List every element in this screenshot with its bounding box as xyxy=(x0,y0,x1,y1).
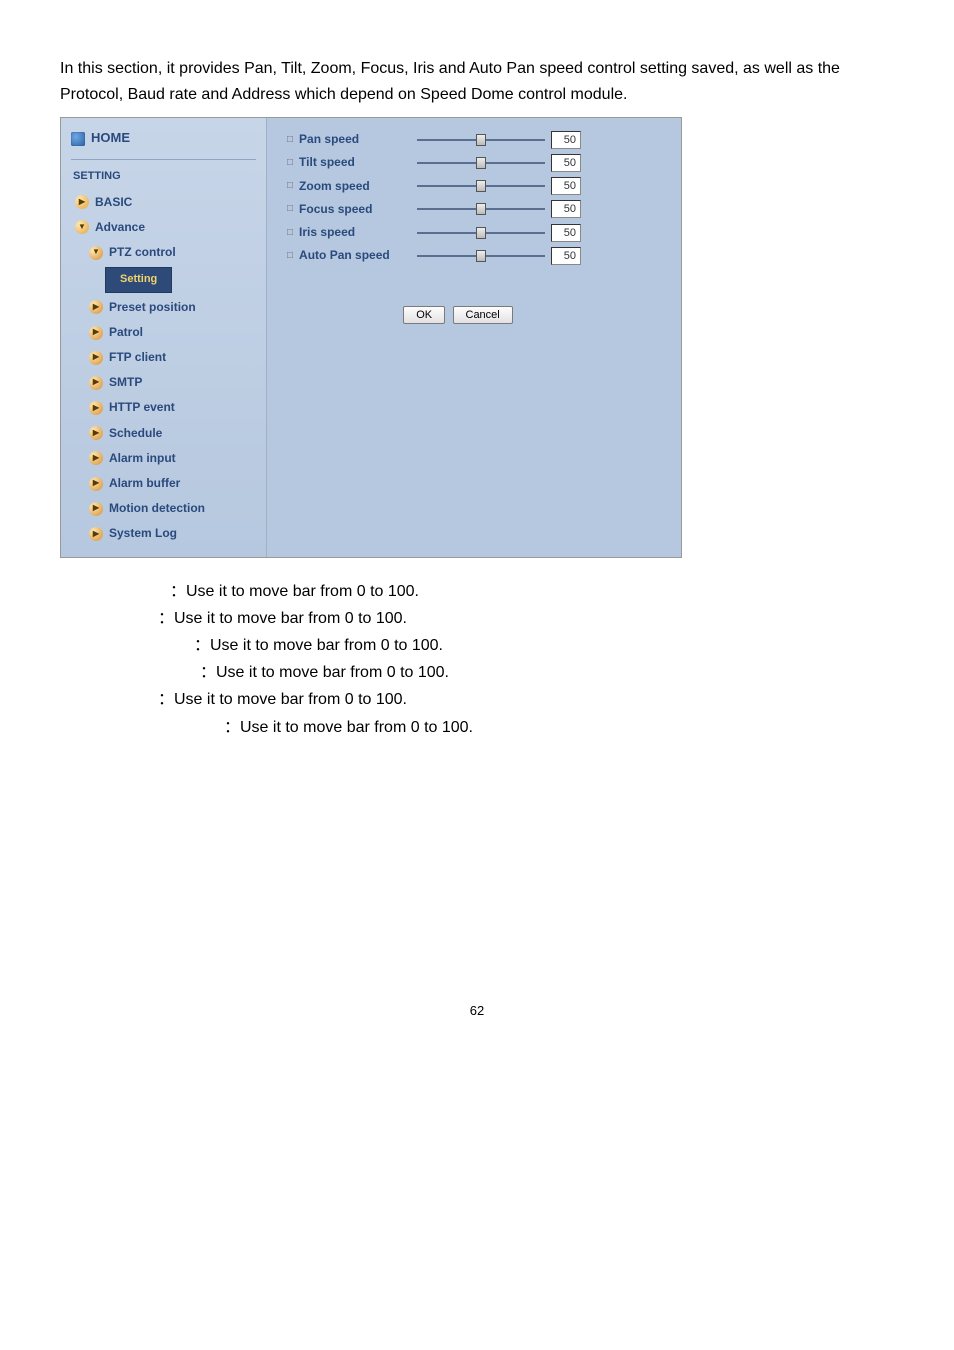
nav-patrol[interactable]: ▶ Patrol xyxy=(61,320,266,345)
nav-preset-position[interactable]: ▶ Preset position xyxy=(61,295,266,320)
tilt-speed-label: Tilt speed xyxy=(299,153,411,172)
auto-pan-speed-value[interactable]: 50 xyxy=(551,247,581,265)
intro-text: In this section, it provides Pan, Tilt, … xyxy=(60,56,894,107)
bullet-icon: □ xyxy=(287,225,293,241)
arrow-icon: ▶ xyxy=(89,401,103,415)
tilt-speed-row: □ Tilt speed 50 xyxy=(287,153,669,172)
arrow-icon: ▶ xyxy=(89,300,103,314)
nav-label: BASIC xyxy=(95,193,132,212)
bullet-icon: □ xyxy=(287,248,293,264)
home-link[interactable]: HOME xyxy=(61,124,266,159)
arrow-icon: ▶ xyxy=(89,326,103,340)
nav-label: PTZ control xyxy=(109,243,176,262)
auto-pan-speed-label: Auto Pan speed xyxy=(299,246,411,265)
nav-basic[interactable]: ▶ BASIC xyxy=(61,190,266,215)
nav-label: Advance xyxy=(95,218,145,237)
arrow-icon: ▶ xyxy=(89,376,103,390)
nav-http-event[interactable]: ▶ HTTP event xyxy=(61,395,266,420)
slider-thumb-icon[interactable] xyxy=(476,134,486,146)
iris-speed-row: □ Iris speed 50 xyxy=(287,223,669,242)
iris-speed-slider[interactable] xyxy=(417,224,545,242)
slider-thumb-icon[interactable] xyxy=(476,203,486,215)
slider-thumb-icon[interactable] xyxy=(476,157,486,169)
tilt-speed-slider[interactable] xyxy=(417,154,545,172)
home-icon xyxy=(71,132,85,146)
zoom-speed-value[interactable]: 50 xyxy=(551,177,581,195)
nav-label: SMTP xyxy=(109,373,142,392)
ok-button[interactable]: OK xyxy=(403,306,445,324)
nav-setting-selected[interactable]: Setting xyxy=(105,267,172,293)
home-label: HOME xyxy=(91,128,130,149)
bullet-icon: □ xyxy=(287,201,293,217)
doc-line: ：Use it to move bar from 0 to 100. xyxy=(224,714,894,741)
focus-speed-value[interactable]: 50 xyxy=(551,200,581,218)
tilt-speed-value[interactable]: 50 xyxy=(551,154,581,172)
nav-label: System Log xyxy=(109,524,177,543)
doc-line: ：Use it to move bar from 0 to 100. xyxy=(194,632,894,659)
nav-smtp[interactable]: ▶ SMTP xyxy=(61,370,266,395)
focus-speed-slider[interactable] xyxy=(417,200,545,218)
pan-speed-slider[interactable] xyxy=(417,131,545,149)
nav-alarm-buffer[interactable]: ▶ Alarm buffer xyxy=(61,471,266,496)
page-number: 62 xyxy=(60,1001,894,1022)
arrow-down-icon: ▼ xyxy=(75,220,89,234)
pan-speed-value[interactable]: 50 xyxy=(551,131,581,149)
doc-descriptions: ：Use it to move bar from 0 to 100. ：Use … xyxy=(170,578,894,741)
cancel-button[interactable]: Cancel xyxy=(453,306,513,324)
settings-panel: HOME SETTING ▶ BASIC ▼ Advance ▼ PTZ con… xyxy=(60,117,682,557)
doc-line: ：Use it to move bar from 0 to 100. xyxy=(200,659,894,686)
slider-thumb-icon[interactable] xyxy=(476,250,486,262)
nav-ftp-client[interactable]: ▶ FTP client xyxy=(61,345,266,370)
nav-schedule[interactable]: ▶ Schedule xyxy=(61,421,266,446)
zoom-speed-row: □ Zoom speed 50 xyxy=(287,177,669,196)
section-setting: SETTING xyxy=(61,166,266,190)
nav-label: Alarm input xyxy=(109,449,176,468)
arrow-icon: ▶ xyxy=(75,195,89,209)
nav-label: Patrol xyxy=(109,323,143,342)
nav-label: Motion detection xyxy=(109,499,205,518)
focus-speed-label: Focus speed xyxy=(299,200,411,219)
pan-speed-row: □ Pan speed 50 xyxy=(287,130,669,149)
zoom-speed-label: Zoom speed xyxy=(299,177,411,196)
nav-label: FTP client xyxy=(109,348,166,367)
nav-ptz-control[interactable]: ▼ PTZ control xyxy=(61,240,266,265)
arrow-icon: ▶ xyxy=(89,502,103,516)
nav-motion-detection[interactable]: ▶ Motion detection xyxy=(61,496,266,521)
doc-line: ：Use it to move bar from 0 to 100. xyxy=(158,605,894,632)
nav-label: Alarm buffer xyxy=(109,474,180,493)
focus-speed-row: □ Focus speed 50 xyxy=(287,200,669,219)
pan-speed-label: Pan speed xyxy=(299,130,411,149)
nav-label: HTTP event xyxy=(109,398,175,417)
arrow-down-icon: ▼ xyxy=(89,246,103,260)
nav-label: Preset position xyxy=(109,298,196,317)
bullet-icon: □ xyxy=(287,132,293,148)
bullet-icon: □ xyxy=(287,155,293,171)
slider-thumb-icon[interactable] xyxy=(476,180,486,192)
slider-thumb-icon[interactable] xyxy=(476,227,486,239)
arrow-icon: ▶ xyxy=(89,477,103,491)
arrow-icon: ▶ xyxy=(89,451,103,465)
nav-alarm-input[interactable]: ▶ Alarm input xyxy=(61,446,266,471)
nav-advance[interactable]: ▼ Advance xyxy=(61,215,266,240)
auto-pan-speed-slider[interactable] xyxy=(417,247,545,265)
bullet-icon: □ xyxy=(287,178,293,194)
divider xyxy=(71,159,256,160)
auto-pan-speed-row: □ Auto Pan speed 50 xyxy=(287,246,669,265)
arrow-icon: ▶ xyxy=(89,351,103,365)
nav-system-log[interactable]: ▶ System Log xyxy=(61,521,266,546)
nav-label: Schedule xyxy=(109,424,162,443)
doc-line: ：Use it to move bar from 0 to 100. xyxy=(170,578,894,605)
arrow-icon: ▶ xyxy=(89,426,103,440)
iris-speed-label: Iris speed xyxy=(299,223,411,242)
iris-speed-value[interactable]: 50 xyxy=(551,224,581,242)
main-area: □ Pan speed 50 □ Tilt speed 50 □ Zoom sp… xyxy=(267,118,681,556)
zoom-speed-slider[interactable] xyxy=(417,177,545,195)
arrow-icon: ▶ xyxy=(89,527,103,541)
doc-line: ：Use it to move bar from 0 to 100. xyxy=(158,686,894,713)
sidebar: HOME SETTING ▶ BASIC ▼ Advance ▼ PTZ con… xyxy=(61,118,267,556)
